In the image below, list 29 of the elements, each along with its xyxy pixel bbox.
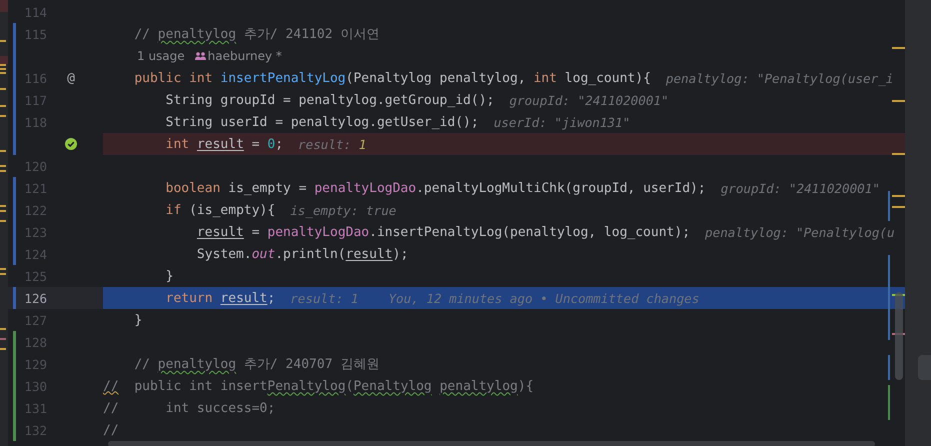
- inline-hint: penaltylog: "Penaltylog(u: [705, 224, 895, 240]
- code-line: // penaltylog 추가/ 240707 김혜원: [133, 356, 380, 373]
- code-line: public int insertPenaltyLog(Penaltylog penaltylog, int log_count){: [133, 70, 651, 86]
- blame-annotation: You, 12 minutes ago • Uncommitted changes: [388, 290, 700, 306]
- line-number: 126: [24, 290, 47, 306]
- code-line: int result = 0;: [164, 136, 284, 152]
- inline-hint: is_empty: true: [290, 202, 396, 218]
- inline-hint: groupId: "2411020001": [509, 92, 669, 108]
- usages-link[interactable]: 1 usage: [137, 49, 185, 63]
- code-line: // penaltylog 추가/ 241102 이서연: [133, 26, 380, 43]
- code-line: //: [103, 422, 119, 438]
- author-link[interactable]: haeburney *: [208, 49, 282, 63]
- override-marker[interactable]: @: [67, 70, 75, 86]
- inline-hint: groupId: "2411020001": [720, 180, 880, 196]
- code-line: // int success=0;: [103, 400, 276, 416]
- inline-hint: userId: "jiwon131": [494, 114, 630, 130]
- code-line: // public int insertPenaltylog(Penaltylog penaltylog){: [103, 378, 534, 394]
- code-line: result = penaltyLogDao.insertPenaltyLog(penaltylog, log_count);: [196, 224, 690, 240]
- code-line: return result;: [164, 290, 276, 306]
- inline-hint: result: 1: [298, 136, 366, 152]
- code-line: }: [133, 312, 142, 328]
- code-line: System.out.println(result);: [196, 246, 408, 262]
- code-line: boolean is_empty = penaltyLogDao.penaltyLogMultiChk(groupId, userId);: [164, 180, 706, 196]
- inline-hint: penaltylog: "Penaltylog(user_i: [666, 70, 894, 86]
- code-line: String groupId = penaltylog.getGroup_id();: [164, 92, 494, 108]
- code-line: String userId = penaltylog.getUser_id();: [164, 114, 479, 130]
- code-line: }: [164, 268, 174, 284]
- inline-hint: result: 1: [290, 290, 358, 306]
- code-line: if (is_empty){: [164, 202, 276, 218]
